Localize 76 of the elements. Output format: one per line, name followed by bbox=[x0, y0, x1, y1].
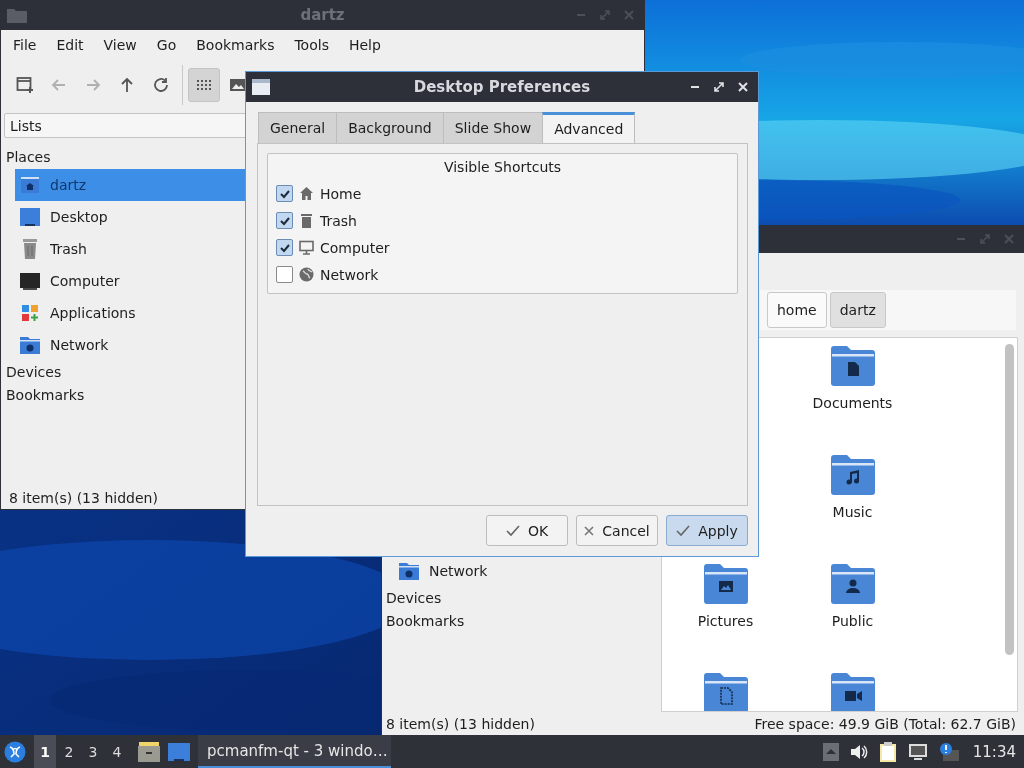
check-icon bbox=[676, 524, 691, 537]
window-title: Desktop Preferences bbox=[413, 78, 591, 96]
place-item[interactable]: Trash bbox=[15, 233, 251, 265]
checkbox-label[interactable]: Home bbox=[320, 185, 362, 202]
place-item[interactable]: Network bbox=[394, 555, 659, 587]
file-name[interactable]: Public bbox=[831, 612, 874, 630]
checkbox[interactable] bbox=[276, 212, 293, 229]
checkbox[interactable] bbox=[276, 239, 293, 256]
place-item[interactable]: Desktop bbox=[15, 201, 251, 233]
group-title: Visible Shortcuts bbox=[442, 158, 563, 177]
folder-icon[interactable] bbox=[703, 564, 748, 604]
folder-icon[interactable] bbox=[830, 673, 875, 711]
tab[interactable]: Slide Show bbox=[442, 112, 544, 143]
ok-button[interactable]: OK bbox=[486, 515, 568, 546]
path-button[interactable]: dartz bbox=[829, 292, 886, 328]
reload-icon bbox=[152, 76, 170, 94]
section-header[interactable]: Devices bbox=[382, 587, 659, 610]
workspace-button[interactable]: 4 bbox=[106, 735, 128, 768]
tab[interactable]: Advanced bbox=[542, 112, 636, 143]
x-icon bbox=[584, 525, 595, 536]
workspace-button[interactable]: 3 bbox=[82, 735, 104, 768]
section-header[interactable]: Bookmarks bbox=[382, 610, 659, 633]
workspace-button[interactable]: 1 bbox=[34, 735, 56, 768]
check-icon bbox=[505, 524, 520, 537]
task-button[interactable]: pcmanfm-qt - 3 windo… bbox=[198, 735, 391, 768]
checkbox[interactable] bbox=[276, 266, 293, 283]
clipboard-icon[interactable] bbox=[878, 740, 897, 763]
menu-item[interactable]: Go bbox=[146, 37, 187, 53]
path-button[interactable]: home bbox=[767, 292, 827, 328]
desktop-icon[interactable] bbox=[168, 741, 190, 762]
folder-icon[interactable] bbox=[830, 455, 875, 495]
place-item[interactable]: Computer bbox=[15, 265, 251, 297]
menu-item[interactable]: Tools bbox=[284, 37, 339, 53]
icon-view-button[interactable] bbox=[188, 68, 220, 102]
clock[interactable]: 11:34 bbox=[972, 742, 1016, 761]
menu-item[interactable]: File bbox=[3, 37, 47, 53]
file-cabinet-icon[interactable] bbox=[138, 741, 160, 762]
monitor-icon bbox=[19, 270, 41, 292]
window-icon bbox=[252, 79, 270, 95]
folder-icon[interactable] bbox=[830, 564, 875, 604]
window-plus-icon bbox=[16, 76, 34, 94]
info-icon[interactable] bbox=[938, 741, 959, 762]
folder-icon[interactable] bbox=[830, 346, 875, 386]
monitor-icon[interactable] bbox=[907, 742, 928, 761]
cancel-button[interactable]: Cancel bbox=[576, 515, 658, 546]
arrow-up-icon[interactable] bbox=[822, 742, 839, 761]
menu-item[interactable]: Edit bbox=[46, 37, 94, 53]
place-item[interactable]: Network bbox=[15, 329, 251, 361]
menu-item[interactable]: View bbox=[93, 37, 147, 53]
tab[interactable]: General bbox=[258, 112, 338, 143]
window-title: dartz bbox=[300, 6, 345, 24]
checkbox-label[interactable]: Computer bbox=[320, 239, 390, 256]
checkbox[interactable] bbox=[276, 185, 293, 202]
workspace-button[interactable]: 2 bbox=[58, 735, 80, 768]
menu-item[interactable]: Help bbox=[338, 37, 391, 53]
scrollbar[interactable] bbox=[1005, 344, 1014, 655]
start-menu-icon[interactable] bbox=[4, 740, 26, 763]
tab[interactable]: Background bbox=[336, 112, 444, 143]
monitor-icon bbox=[299, 240, 314, 255]
trash-icon bbox=[299, 213, 314, 228]
ok-button[interactable]: Apply bbox=[666, 515, 748, 546]
apps-icon bbox=[19, 302, 41, 324]
status-text: 8 item(s) (13 hidden) bbox=[386, 715, 535, 732]
menu-item[interactable]: Bookmarks bbox=[186, 37, 285, 53]
file-name[interactable]: Pictures bbox=[697, 612, 754, 630]
folder-icon bbox=[7, 7, 27, 23]
file-name[interactable]: Documents bbox=[812, 394, 893, 412]
folder-icon[interactable] bbox=[703, 673, 748, 711]
place-item[interactable]: Applications bbox=[15, 297, 251, 329]
checkbox-label[interactable]: Trash bbox=[320, 212, 357, 229]
checkbox-label[interactable]: Network bbox=[320, 266, 379, 283]
desktop-icon bbox=[19, 206, 41, 228]
file-name[interactable]: Music bbox=[832, 503, 873, 521]
speaker-icon[interactable] bbox=[849, 743, 868, 760]
free-space-text: Free space: 49.9 GiB (Total: 62.7 GiB) bbox=[754, 715, 1016, 732]
status-text: 8 item(s) (13 hidden) bbox=[9, 489, 158, 507]
